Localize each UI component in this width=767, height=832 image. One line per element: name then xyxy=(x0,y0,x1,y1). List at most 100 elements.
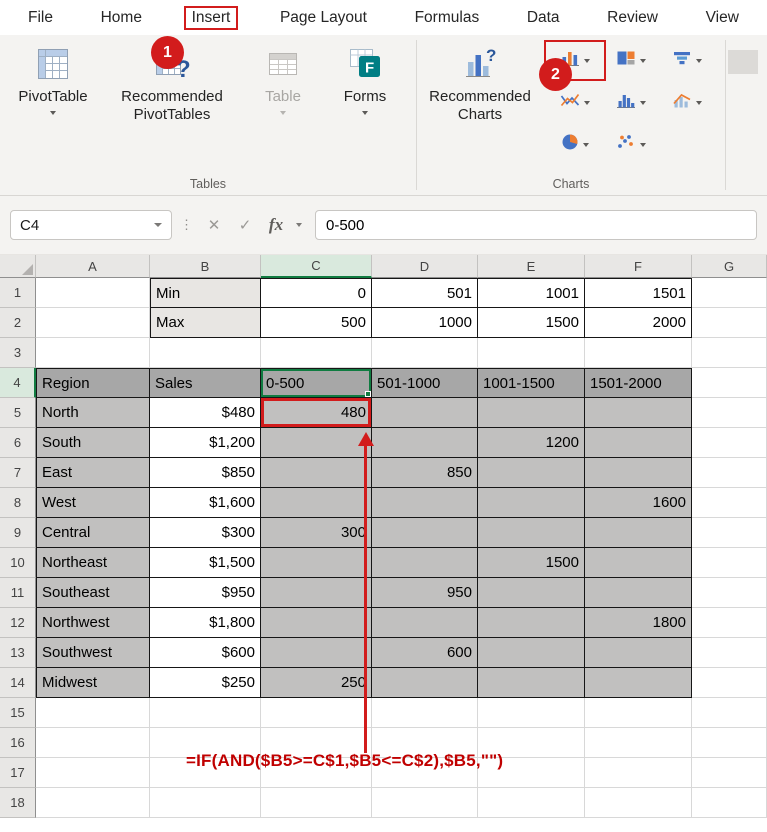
cell-C18[interactable] xyxy=(261,788,372,818)
cell-G18[interactable] xyxy=(692,788,767,818)
cell-B3[interactable] xyxy=(150,338,261,368)
insert-waterfall-chart-button[interactable] xyxy=(659,43,715,78)
cell-C4[interactable]: 0-500 xyxy=(261,368,372,398)
cell-D10[interactable] xyxy=(372,548,478,578)
row-header-15[interactable]: 15 xyxy=(0,698,36,728)
cell-E11[interactable] xyxy=(478,578,585,608)
cell-G9[interactable] xyxy=(692,518,767,548)
insert-function-icon[interactable]: fx xyxy=(263,212,289,238)
cell-C6[interactable] xyxy=(261,428,372,458)
cancel-icon[interactable]: ✕ xyxy=(201,212,227,238)
cell-D11[interactable]: 950 xyxy=(372,578,478,608)
table-button[interactable]: Table xyxy=(248,35,318,115)
cell-C15[interactable] xyxy=(261,698,372,728)
row-header-11[interactable]: 11 xyxy=(0,578,36,608)
cell-F8[interactable]: 1600 xyxy=(585,488,692,518)
cell-E12[interactable] xyxy=(478,608,585,638)
cell-A4[interactable]: Region xyxy=(36,368,150,398)
cell-A2[interactable] xyxy=(36,308,150,338)
row-header-18[interactable]: 18 xyxy=(0,788,36,818)
cell-D12[interactable] xyxy=(372,608,478,638)
row-header-10[interactable]: 10 xyxy=(0,548,36,578)
column-header-G[interactable]: G xyxy=(692,255,767,278)
row-header-2[interactable]: 2 xyxy=(0,308,36,338)
cell-B6[interactable]: $1,200 xyxy=(150,428,261,458)
cell-B1[interactable]: Min xyxy=(150,278,261,308)
cell-G2[interactable] xyxy=(692,308,767,338)
cell-D6[interactable] xyxy=(372,428,478,458)
cell-D5[interactable] xyxy=(372,398,478,428)
cell-C2[interactable]: 500 xyxy=(261,308,372,338)
cell-C7[interactable] xyxy=(261,458,372,488)
cell-A14[interactable]: Midwest xyxy=(36,668,150,698)
row-header-3[interactable]: 3 xyxy=(0,338,36,368)
cell-E15[interactable] xyxy=(478,698,585,728)
recommended-charts-button[interactable]: ? Recommended Charts xyxy=(423,35,537,123)
cell-A16[interactable] xyxy=(36,728,150,758)
cell-A7[interactable]: East xyxy=(36,458,150,488)
cell-G15[interactable] xyxy=(692,698,767,728)
row-header-8[interactable]: 8 xyxy=(0,488,36,518)
insert-pie-chart-button[interactable] xyxy=(547,127,603,162)
formula-input[interactable]: 0-500 xyxy=(315,210,757,240)
cell-B4[interactable]: Sales xyxy=(150,368,261,398)
cell-D7[interactable]: 850 xyxy=(372,458,478,488)
cell-B18[interactable] xyxy=(150,788,261,818)
row-header-1[interactable]: 1 xyxy=(0,278,36,308)
row-header-12[interactable]: 12 xyxy=(0,608,36,638)
tab-file[interactable]: File xyxy=(22,6,59,30)
cell-C1[interactable]: 0 xyxy=(261,278,372,308)
insert-statistic-chart-button[interactable] xyxy=(603,85,659,120)
cell-C9[interactable]: 300 xyxy=(261,518,372,548)
tab-formulas[interactable]: Formulas xyxy=(409,6,486,30)
cell-A17[interactable] xyxy=(36,758,150,788)
cell-G11[interactable] xyxy=(692,578,767,608)
cell-G13[interactable] xyxy=(692,638,767,668)
cell-G4[interactable] xyxy=(692,368,767,398)
column-header-A[interactable]: A xyxy=(36,255,150,278)
cell-F3[interactable] xyxy=(585,338,692,368)
cell-F7[interactable] xyxy=(585,458,692,488)
cell-F12[interactable]: 1800 xyxy=(585,608,692,638)
cell-G1[interactable] xyxy=(692,278,767,308)
cell-E18[interactable] xyxy=(478,788,585,818)
row-header-16[interactable]: 16 xyxy=(0,728,36,758)
cell-D2[interactable]: 1000 xyxy=(372,308,478,338)
cell-G12[interactable] xyxy=(692,608,767,638)
cell-D1[interactable]: 501 xyxy=(372,278,478,308)
cell-E7[interactable] xyxy=(478,458,585,488)
cell-B2[interactable]: Max xyxy=(150,308,261,338)
cell-A5[interactable]: North xyxy=(36,398,150,428)
cell-C14[interactable]: 250 xyxy=(261,668,372,698)
row-header-6[interactable]: 6 xyxy=(0,428,36,458)
cell-G17[interactable] xyxy=(692,758,767,788)
cell-B13[interactable]: $600 xyxy=(150,638,261,668)
cell-A18[interactable] xyxy=(36,788,150,818)
cell-E5[interactable] xyxy=(478,398,585,428)
cell-G16[interactable] xyxy=(692,728,767,758)
cell-B7[interactable]: $850 xyxy=(150,458,261,488)
tab-insert[interactable]: Insert xyxy=(184,6,239,30)
cell-A12[interactable]: Northwest xyxy=(36,608,150,638)
cell-E4[interactable]: 1001-1500 xyxy=(478,368,585,398)
cell-F18[interactable] xyxy=(585,788,692,818)
cell-A3[interactable] xyxy=(36,338,150,368)
cell-A13[interactable]: Southwest xyxy=(36,638,150,668)
cell-G14[interactable] xyxy=(692,668,767,698)
cell-A15[interactable] xyxy=(36,698,150,728)
row-header-17[interactable]: 17 xyxy=(0,758,36,788)
cell-G3[interactable] xyxy=(692,338,767,368)
cell-F1[interactable]: 1501 xyxy=(585,278,692,308)
cell-E13[interactable] xyxy=(478,638,585,668)
row-header-5[interactable]: 5 xyxy=(0,398,36,428)
pivottable-button[interactable]: PivotTable xyxy=(10,35,96,115)
cell-E2[interactable]: 1500 xyxy=(478,308,585,338)
cell-B15[interactable] xyxy=(150,698,261,728)
cell-A1[interactable] xyxy=(36,278,150,308)
row-header-13[interactable]: 13 xyxy=(0,638,36,668)
insert-function-dropdown-icon[interactable] xyxy=(296,223,302,227)
cell-D15[interactable] xyxy=(372,698,478,728)
cell-E8[interactable] xyxy=(478,488,585,518)
cell-D13[interactable]: 600 xyxy=(372,638,478,668)
cell-D18[interactable] xyxy=(372,788,478,818)
